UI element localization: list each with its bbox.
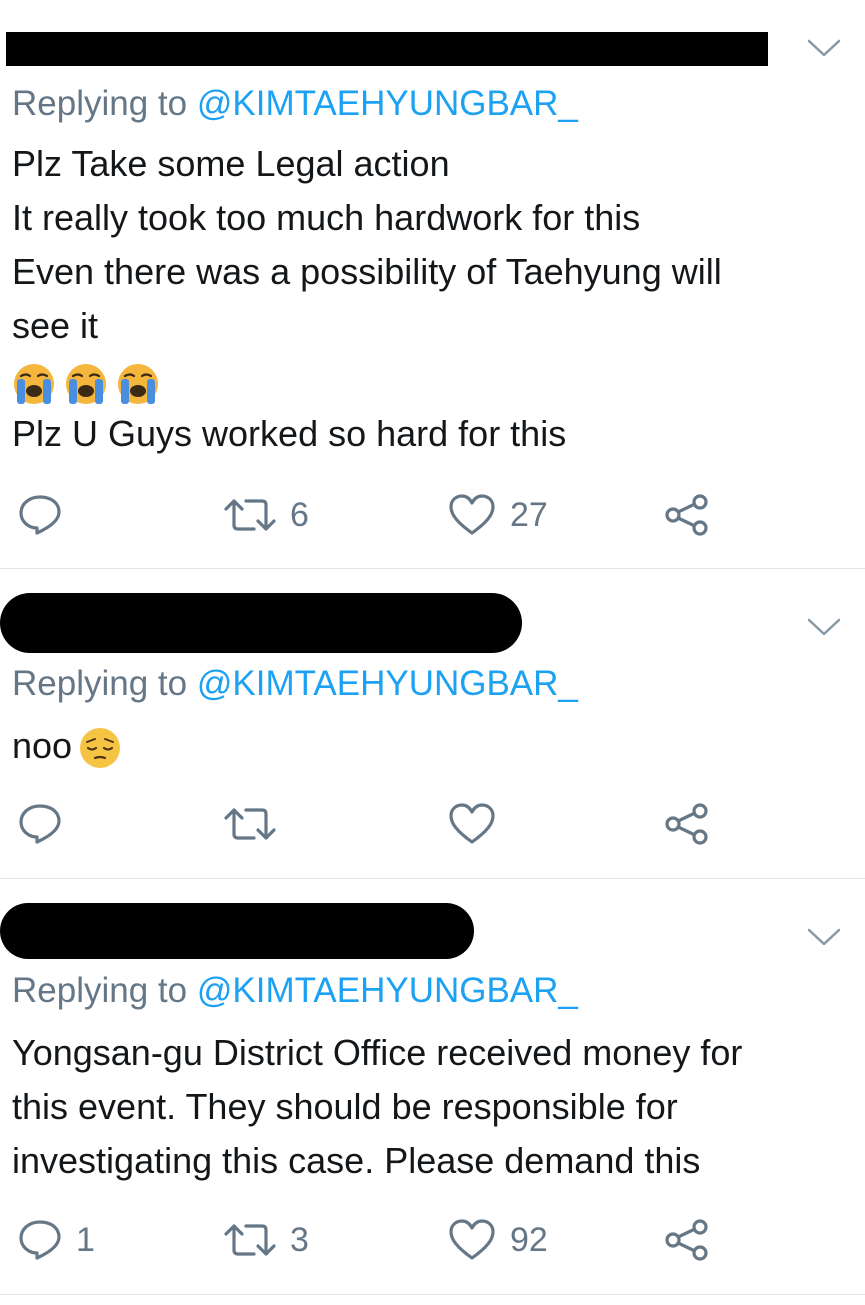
heart-icon [448, 1218, 496, 1262]
retweet-icon [224, 1220, 276, 1260]
share-icon [664, 1218, 710, 1262]
mention-link[interactable]: @KIMTAEHYUNGBAR_ [197, 664, 578, 703]
mention-link[interactable]: @KIMTAEHYUNGBAR_ [197, 971, 578, 1010]
tweet[interactable]: Replying to @KIMTAEHYUNGBAR_ Yongsan-gu … [0, 879, 865, 1294]
loudly-crying-face-emoji [116, 362, 160, 406]
reply-button[interactable] [18, 801, 76, 847]
tweet-text: noo [12, 719, 122, 773]
reply-button[interactable] [18, 492, 76, 538]
retweet-icon [224, 495, 276, 535]
retweet-count: 6 [290, 495, 309, 534]
retweet-count: 3 [290, 1220, 309, 1259]
share-button[interactable] [664, 801, 710, 847]
tweet-text-line: noo [12, 719, 122, 773]
loudly-crying-face-emoji [12, 362, 56, 406]
replying-to-label: Replying to [12, 971, 188, 1010]
replying-to-label: Replying to [12, 664, 188, 703]
tweet[interactable]: Replying to @KIMTAEHYUNGBAR_ noo [0, 569, 865, 878]
like-button[interactable]: 92 [448, 1217, 548, 1263]
chevron-down-icon[interactable] [807, 927, 841, 947]
reply-icon [18, 802, 62, 846]
reply-button[interactable]: 1 [18, 1217, 95, 1263]
emoji-row [12, 353, 722, 407]
like-button[interactable] [448, 801, 510, 847]
replying-to-line: Replying to @KIMTAEHYUNGBAR_ [12, 84, 578, 124]
heart-icon [448, 493, 496, 537]
tweet-text-line: Plz Take some Legal action [12, 143, 450, 184]
retweet-button[interactable]: 3 [224, 1217, 309, 1263]
redacted-author-name [0, 903, 474, 959]
reply-icon [18, 1218, 62, 1262]
tweet-text-line: Plz U Guys worked so hard for this [12, 413, 567, 454]
tweet-actions [0, 801, 865, 847]
like-count: 92 [510, 1220, 548, 1259]
redacted-author-name [6, 32, 768, 66]
like-button[interactable]: 27 [448, 492, 548, 538]
like-count: 27 [510, 495, 548, 534]
share-button[interactable] [664, 492, 710, 538]
tweet-text-line: see it [12, 305, 99, 346]
share-icon [664, 493, 710, 537]
tweet-text-line: this event. They should be responsible f… [12, 1086, 678, 1127]
tweet-text-line: Yongsan-gu District Office received mone… [12, 1032, 743, 1073]
tweet-actions: 1 3 92 [0, 1217, 865, 1263]
share-button[interactable] [664, 1217, 710, 1263]
tweet-text-word: noo [12, 725, 73, 766]
tweet-text-line: It really took too much hardwork for thi… [12, 197, 641, 238]
heart-icon [448, 802, 496, 846]
redacted-author-name [0, 593, 522, 653]
reply-icon [18, 493, 62, 537]
share-icon [664, 802, 710, 846]
replying-to-label: Replying to [12, 84, 188, 123]
tweet-text: Plz Take some Legal action It really too… [12, 137, 722, 461]
tweet-text-line: Even there was a possibility of Taehyung… [12, 251, 722, 292]
tweet-actions: 6 27 [0, 492, 865, 538]
replying-to-line: Replying to @KIMTAEHYUNGBAR_ [12, 971, 578, 1011]
pensive-face-emoji [78, 726, 122, 770]
retweet-icon [224, 804, 276, 844]
tweet-text: Yongsan-gu District Office received mone… [12, 1026, 742, 1188]
mention-link[interactable]: @KIMTAEHYUNGBAR_ [197, 84, 578, 123]
chevron-down-icon[interactable] [807, 38, 841, 58]
replying-to-line: Replying to @KIMTAEHYUNGBAR_ [12, 664, 578, 704]
loudly-crying-face-emoji [64, 362, 108, 406]
divider [0, 1294, 865, 1295]
retweet-button[interactable]: 6 [224, 492, 309, 538]
chevron-down-icon[interactable] [807, 617, 841, 637]
retweet-button[interactable] [224, 801, 290, 847]
tweet-text-line: investigating this case. Please demand t… [12, 1140, 701, 1181]
tweet[interactable]: Replying to @KIMTAEHYUNGBAR_ Plz Take so… [0, 0, 865, 568]
reply-count: 1 [76, 1220, 95, 1259]
